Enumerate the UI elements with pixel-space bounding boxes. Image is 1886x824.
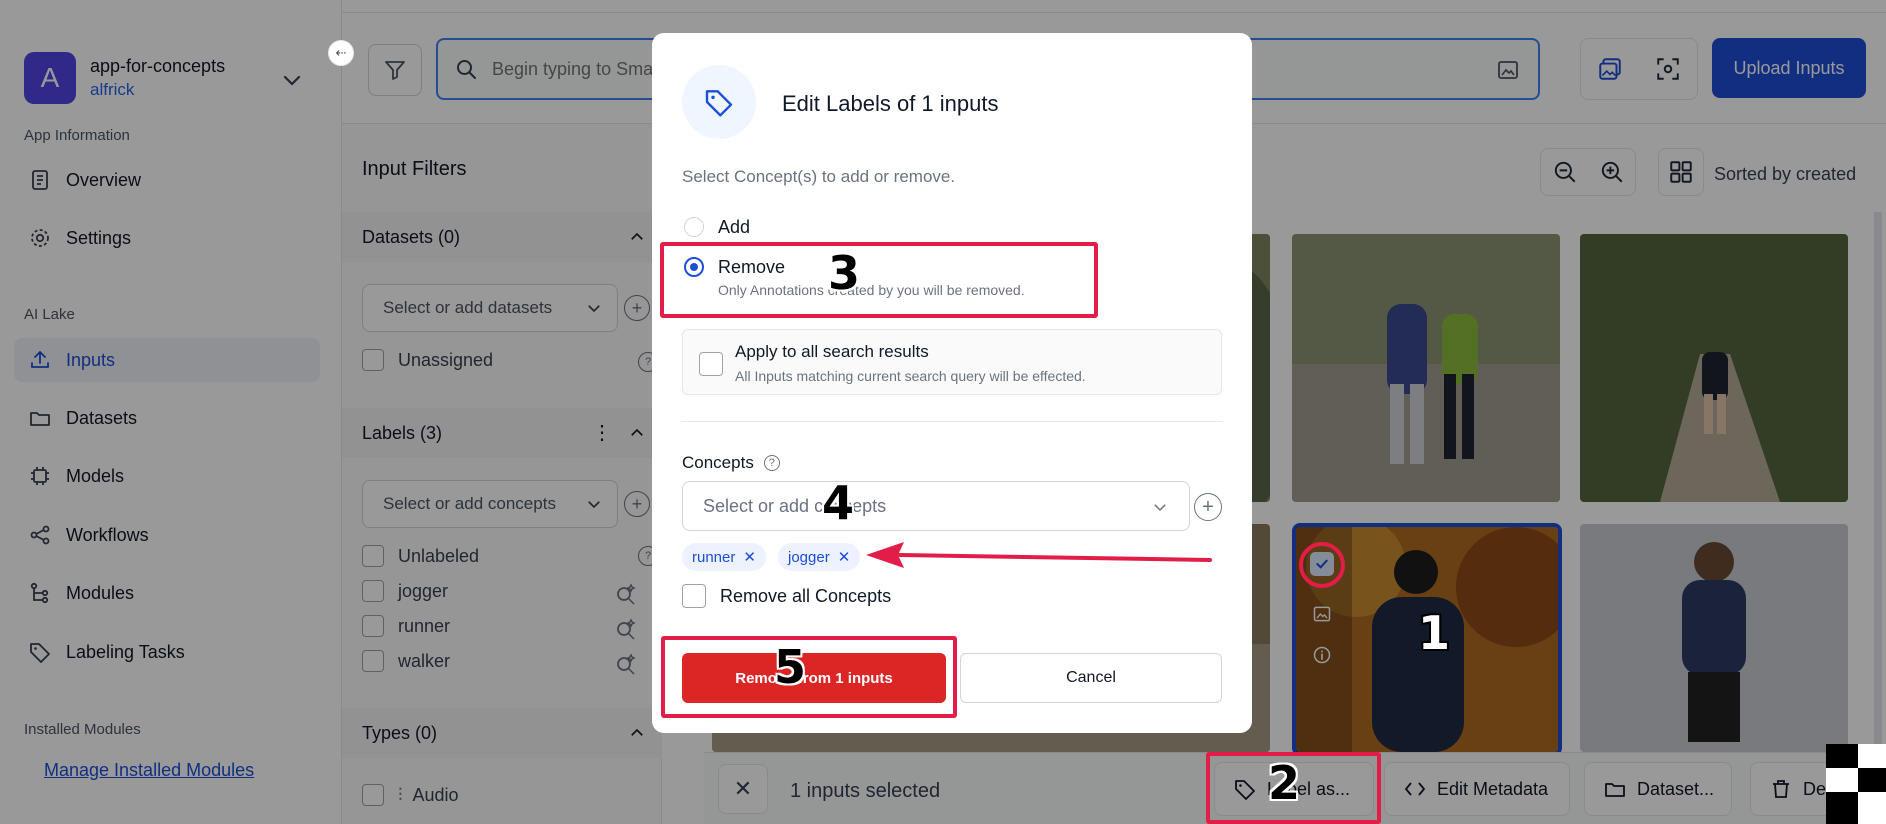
corner-artifact [1826,744,1886,824]
add-concept-button[interactable]: + [1194,493,1222,521]
help-icon[interactable]: ? [763,455,780,471]
modal-divider [682,421,1222,422]
apply-to-all-checkbox[interactable] [699,352,723,376]
concept-chip-jogger: jogger ✕ [778,543,861,571]
apply-to-all-title: Apply to all search results [735,342,929,361]
edit-labels-modal: Edit Labels of 1 inputs Select Concept(s… [652,33,1252,733]
arrow-pointer-icon [866,542,1212,568]
chevron-down-icon [1154,504,1166,512]
chip-label: runner [692,548,736,566]
modal-title: Edit Labels of 1 inputs [782,91,999,116]
step-number-3: 3 [828,246,861,300]
add-radio-label: Add [718,217,751,237]
concepts-label-text: Concepts [682,453,754,472]
concepts-select[interactable]: Select or add concepts [682,481,1190,531]
remove-chip-icon[interactable]: ✕ [743,548,756,566]
step-number-5: 5 [774,640,807,694]
concept-chip-runner: runner ✕ [682,543,766,571]
tag-icon [705,90,733,117]
highlight-selected-checkbox [1299,542,1345,588]
remove-all-concepts-label: Remove all Concepts [720,585,892,606]
remove-all-concepts-option[interactable]: Remove all Concepts [682,584,891,608]
apply-to-all-option[interactable]: Apply to all search results All Inputs m… [682,329,1222,395]
step-number-4: 4 [822,476,855,530]
arrow-left-icon: ⇠ [335,45,347,60]
modal-subtitle: Select Concept(s) to add or remove. [682,167,956,186]
add-radio-option[interactable]: Add [684,217,750,238]
remove-all-concepts-checkbox[interactable] [682,584,706,608]
collapse-sidebar-button[interactable]: ⇠ [328,40,354,66]
remove-chip-icon[interactable]: ✕ [838,548,851,566]
modal-tag-badge [682,65,756,139]
apply-to-all-hint: All Inputs matching current search query… [735,368,1086,384]
step-number-2: 2 [1268,756,1301,810]
add-radio[interactable] [684,217,704,237]
highlight-remove-option [660,242,1098,318]
chip-label: jogger [788,548,830,566]
highlight-remove-button [661,636,957,718]
concepts-label: Concepts ? [682,453,780,473]
cancel-button[interactable]: Cancel [960,653,1222,703]
step-number-1: 1 [1418,606,1451,660]
concepts-select-placeholder: Select or add concepts [703,495,887,516]
